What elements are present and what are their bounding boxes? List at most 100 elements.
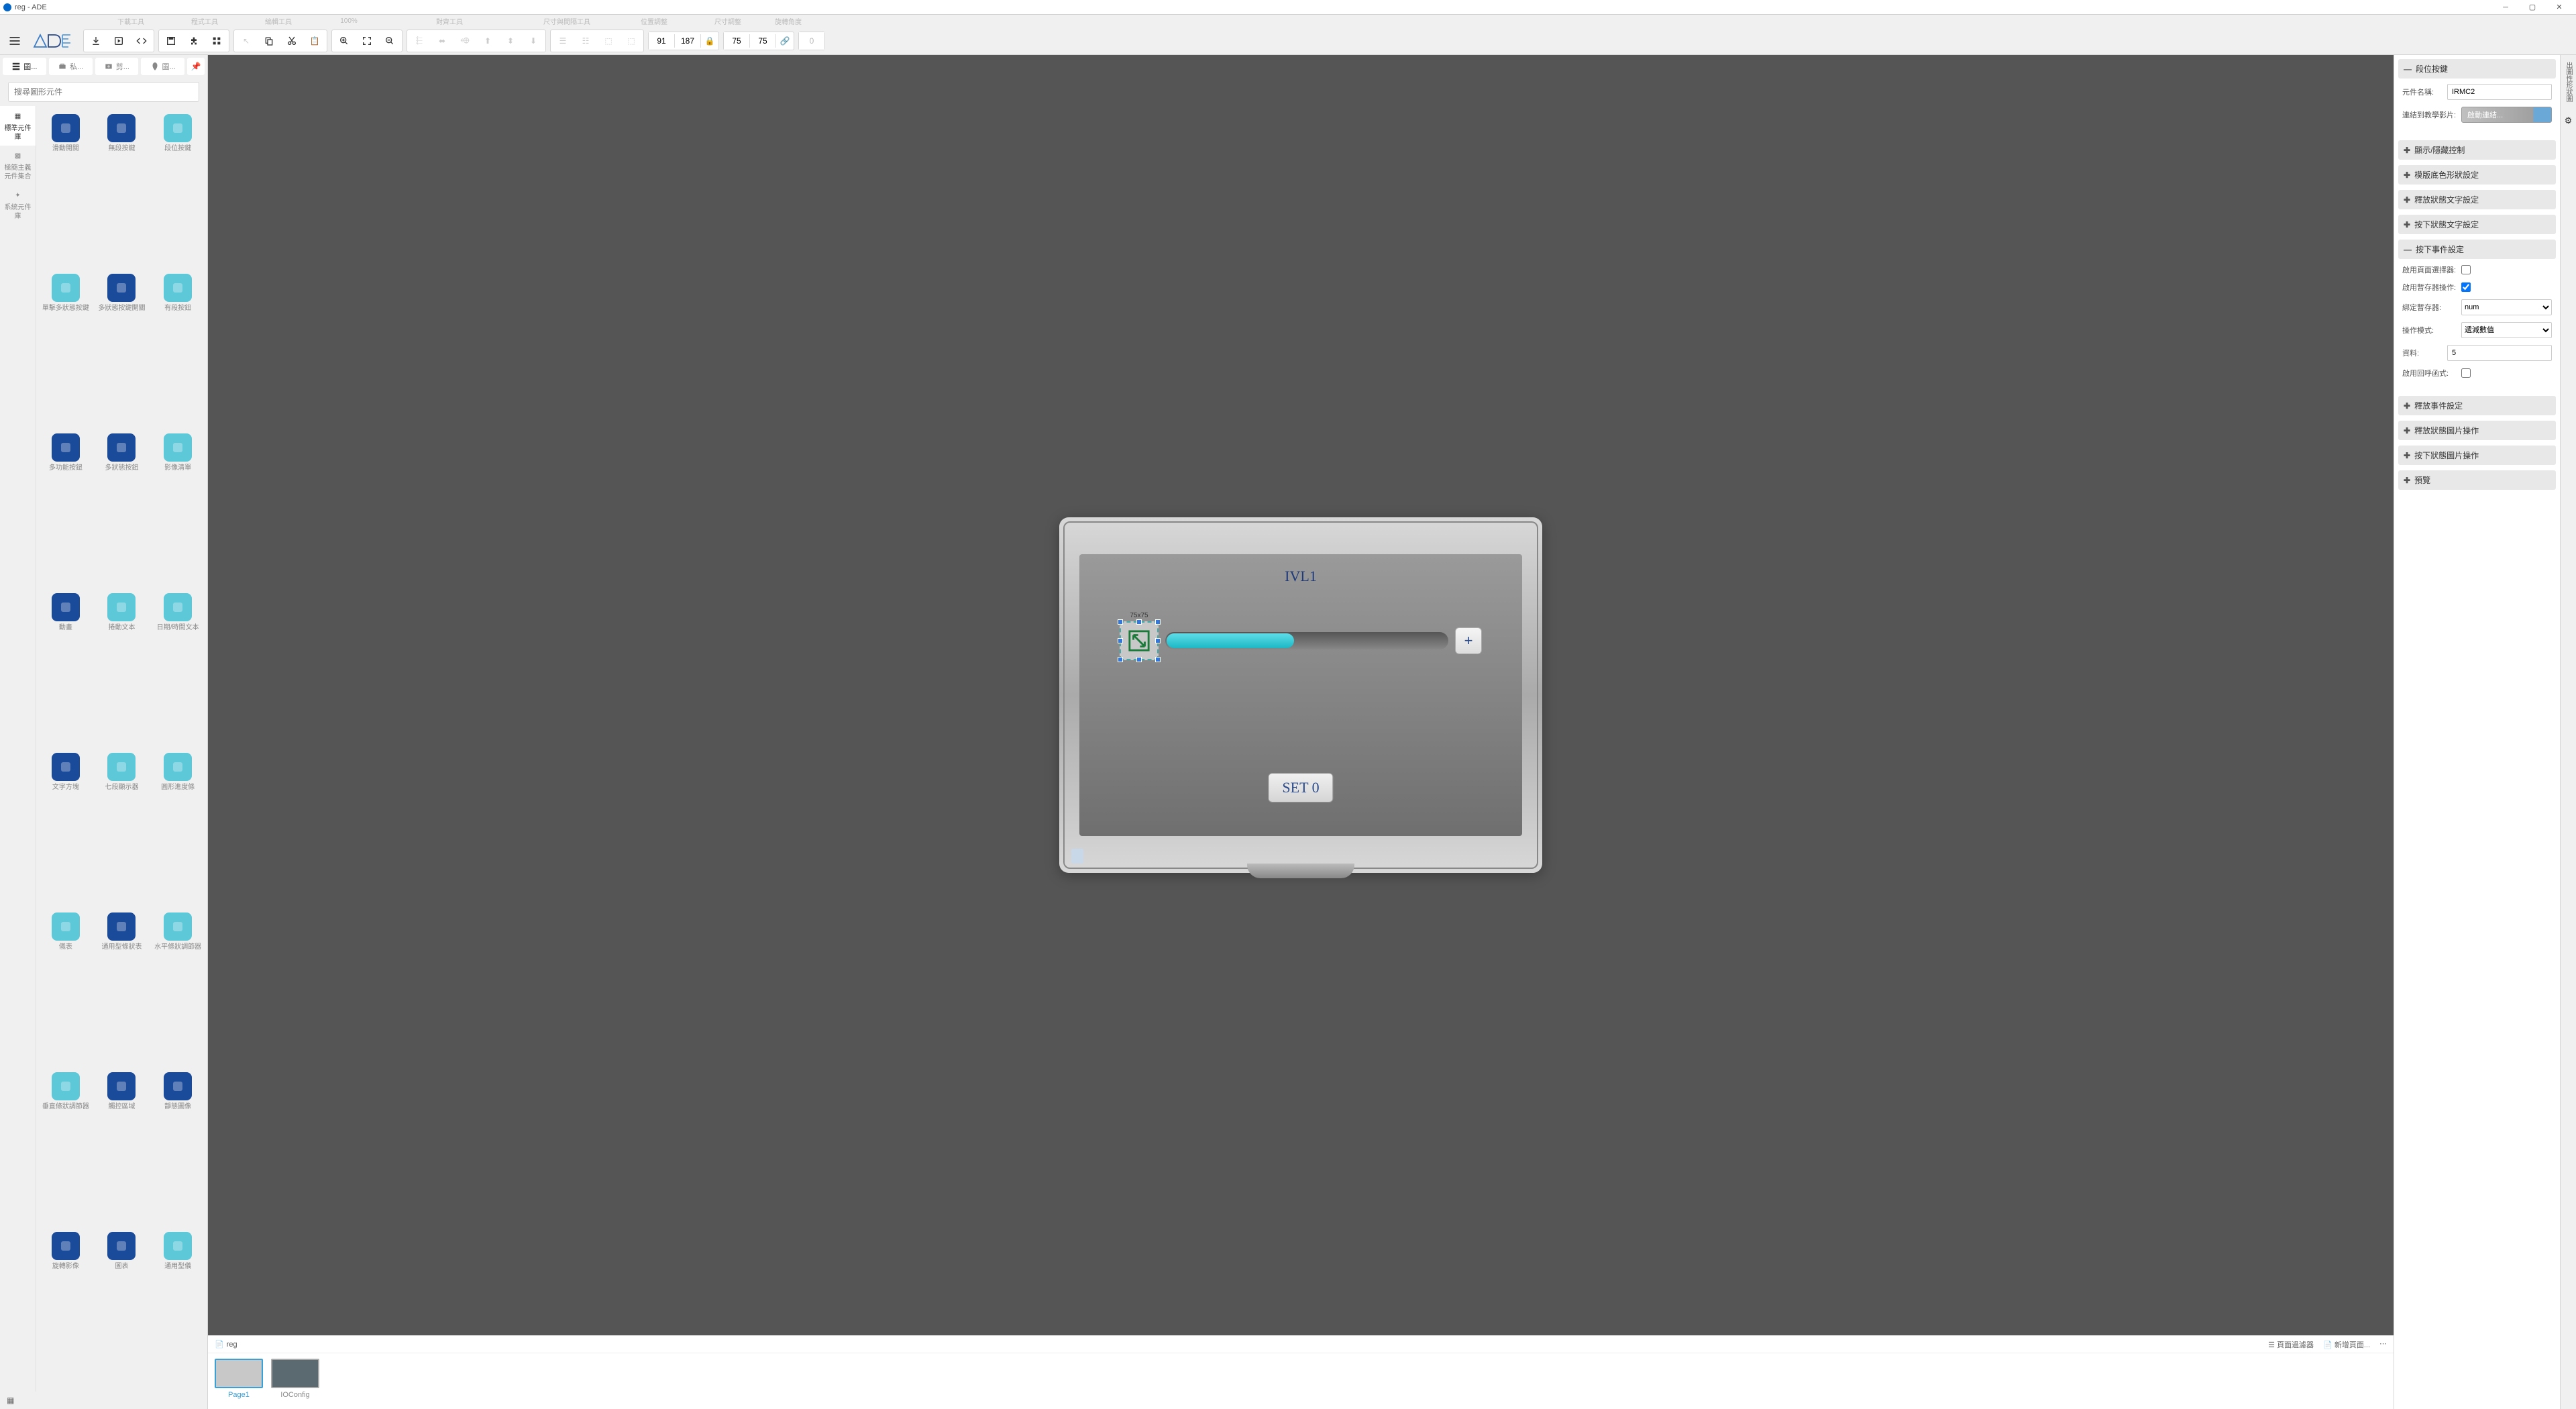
lib-item[interactable]: 有段按鈕 xyxy=(151,271,205,428)
set-button[interactable]: SET 0 xyxy=(1268,773,1333,802)
dist-h-icon[interactable]: ☰ xyxy=(552,32,574,50)
data-input[interactable] xyxy=(2447,345,2552,361)
lib-item[interactable]: 日期/時間文本 xyxy=(151,590,205,747)
bind-register-select[interactable]: num xyxy=(2461,299,2552,315)
cat-minimal[interactable]: ▩極簡主義元件集合 xyxy=(0,146,36,185)
section-press-image[interactable]: ✚按下狀態圖片操作 xyxy=(2398,446,2556,465)
plugin-button[interactable] xyxy=(183,32,205,50)
pointer-button[interactable]: ↖ xyxy=(235,32,257,50)
cut-button[interactable] xyxy=(281,32,303,50)
width-input[interactable] xyxy=(724,32,749,50)
space-h-icon[interactable]: ⬚ xyxy=(598,32,619,50)
rotation-input[interactable] xyxy=(799,32,824,50)
callback-checkbox[interactable] xyxy=(2461,368,2471,378)
dist-v-icon[interactable]: ☷ xyxy=(575,32,596,50)
lib-item[interactable]: 捲動文本 xyxy=(95,590,149,747)
lib-item[interactable]: 七段顯示器 xyxy=(95,750,149,907)
zoom-fit-button[interactable] xyxy=(356,32,378,50)
save-button[interactable] xyxy=(160,32,182,50)
menu-button[interactable] xyxy=(5,32,24,50)
section-component[interactable]: —段位按鍵 xyxy=(2398,59,2556,79)
add-page-button[interactable]: 📄 新增頁面... xyxy=(2323,1339,2370,1350)
tab-images[interactable]: 圖... xyxy=(141,58,184,75)
page-selector-checkbox[interactable] xyxy=(2461,265,2471,274)
lib-item[interactable]: 滑動開關 xyxy=(39,111,93,268)
page-thumb[interactable]: Page1 xyxy=(215,1359,263,1399)
lib-item[interactable]: 通用型條狀表 xyxy=(95,910,149,1067)
align-bottom-icon[interactable]: ⬇ xyxy=(523,32,544,50)
lib-item[interactable]: 旋轉影像 xyxy=(39,1229,93,1386)
lib-item[interactable]: 文字方塊 xyxy=(39,750,93,907)
lib-item[interactable]: 儀表 xyxy=(39,910,93,1067)
zoom-out-button[interactable] xyxy=(379,32,400,50)
section-template[interactable]: ✚模版底色形狀設定 xyxy=(2398,165,2556,185)
section-press-text[interactable]: ✚按下狀態文字設定 xyxy=(2398,215,2556,234)
zoom-in-button[interactable] xyxy=(333,32,355,50)
download-button[interactable] xyxy=(85,32,107,50)
play-button[interactable] xyxy=(108,32,129,50)
align-left-icon[interactable]: ⬱ xyxy=(409,32,430,50)
plus-button[interactable]: + xyxy=(1455,627,1482,654)
section-release-text[interactable]: ✚釋放狀態文字設定 xyxy=(2398,190,2556,209)
align-center-icon[interactable]: ⬌ xyxy=(431,32,453,50)
lib-item[interactable]: 動畫 xyxy=(39,590,93,747)
lib-item[interactable]: 多狀態按鍵開關 xyxy=(95,271,149,428)
minimize-button[interactable]: ─ xyxy=(2492,0,2519,15)
section-visibility[interactable]: ✚顯示/隱藏控制 xyxy=(2398,140,2556,160)
grid-toggle-button[interactable]: ▦ xyxy=(0,1392,207,1409)
lib-item[interactable]: 靜態圖像 xyxy=(151,1069,205,1227)
progress-bar[interactable] xyxy=(1165,632,1448,649)
component-name-input[interactable] xyxy=(2447,84,2552,100)
align-top-icon[interactable]: ⬆ xyxy=(477,32,498,50)
tab-widgets[interactable]: 圖... xyxy=(3,58,46,75)
op-mode-select[interactable]: 遞減數值 xyxy=(2461,322,2552,338)
lib-item[interactable]: 單擊多狀態按鍵 xyxy=(39,271,93,428)
copy-button[interactable] xyxy=(258,32,280,50)
page-menu-button[interactable]: ⋯ xyxy=(2379,1339,2387,1350)
lib-item[interactable]: 多狀態按鈕 xyxy=(95,431,149,588)
section-release-image[interactable]: ✚釋放狀態圖片操作 xyxy=(2398,421,2556,440)
space-v-icon[interactable]: ⬚ xyxy=(621,32,642,50)
lib-item[interactable]: 多功能按鈕 xyxy=(39,431,93,588)
align-middle-icon[interactable]: ⬍ xyxy=(500,32,521,50)
left-panel-tabs: 圖... 私... 剪... 圖... 📌 xyxy=(0,55,207,78)
align-right-icon[interactable]: ⬲ xyxy=(454,32,476,50)
close-button[interactable]: ✕ xyxy=(2546,0,2573,15)
cat-standard[interactable]: ▦標準元件庫 xyxy=(0,106,36,146)
lock-position-icon[interactable]: 🔒 xyxy=(701,32,718,50)
tab-clipboard[interactable]: 剪... xyxy=(95,58,139,75)
lib-item[interactable]: 影像清單 xyxy=(151,431,205,588)
y-input[interactable] xyxy=(675,32,700,50)
lib-item[interactable]: 圖表 xyxy=(95,1229,149,1386)
tab-private[interactable]: 私... xyxy=(49,58,93,75)
page-bar: 📄 reg ☰ 頁面過濾器 📄 新增頁面... ⋯ Page1IOConfig xyxy=(208,1335,2394,1409)
code-button[interactable] xyxy=(131,32,152,50)
lib-item[interactable]: 通用型儀 xyxy=(151,1229,205,1386)
link-size-icon[interactable]: 🔗 xyxy=(776,32,794,50)
canvas[interactable]: IVL1 75x75 xyxy=(208,55,2394,1335)
lib-item[interactable]: 水平條狀調節器 xyxy=(151,910,205,1067)
page-thumb[interactable]: IOConfig xyxy=(271,1359,319,1399)
vtab-settings-icon[interactable]: ⚙ xyxy=(2565,115,2573,126)
vtab-shapes[interactable]: 出圖性形狀圖 xyxy=(2563,62,2573,102)
lib-item[interactable]: 垂直條狀調節器 xyxy=(39,1069,93,1227)
paste-button[interactable]: 📋 xyxy=(304,32,325,50)
pin-button[interactable]: 📌 xyxy=(187,58,205,75)
section-press-event[interactable]: —按下事件設定 xyxy=(2398,240,2556,259)
height-input[interactable] xyxy=(750,32,775,50)
lib-item[interactable]: 觸控區域 xyxy=(95,1069,149,1227)
cat-system[interactable]: ✦系統元件庫 xyxy=(0,185,36,225)
search-input[interactable] xyxy=(8,82,199,102)
lib-item[interactable]: 段位按鍵 xyxy=(151,111,205,268)
selected-widget[interactable]: 75x75 xyxy=(1120,621,1159,660)
lib-item[interactable]: 圓形進度條 xyxy=(151,750,205,907)
page-filter-button[interactable]: ☰ 頁面過濾器 xyxy=(2268,1339,2314,1350)
section-release-event[interactable]: ✚釋放事件設定 xyxy=(2398,396,2556,415)
tutorial-link-button[interactable]: 啟動連結... xyxy=(2461,107,2552,123)
section-preview[interactable]: ✚預覽 xyxy=(2398,470,2556,490)
maximize-button[interactable]: ▢ xyxy=(2519,0,2546,15)
register-op-checkbox[interactable] xyxy=(2461,282,2471,292)
lib-item[interactable]: 無段按鍵 xyxy=(95,111,149,268)
grid-button[interactable] xyxy=(206,32,227,50)
x-input[interactable] xyxy=(649,32,674,50)
